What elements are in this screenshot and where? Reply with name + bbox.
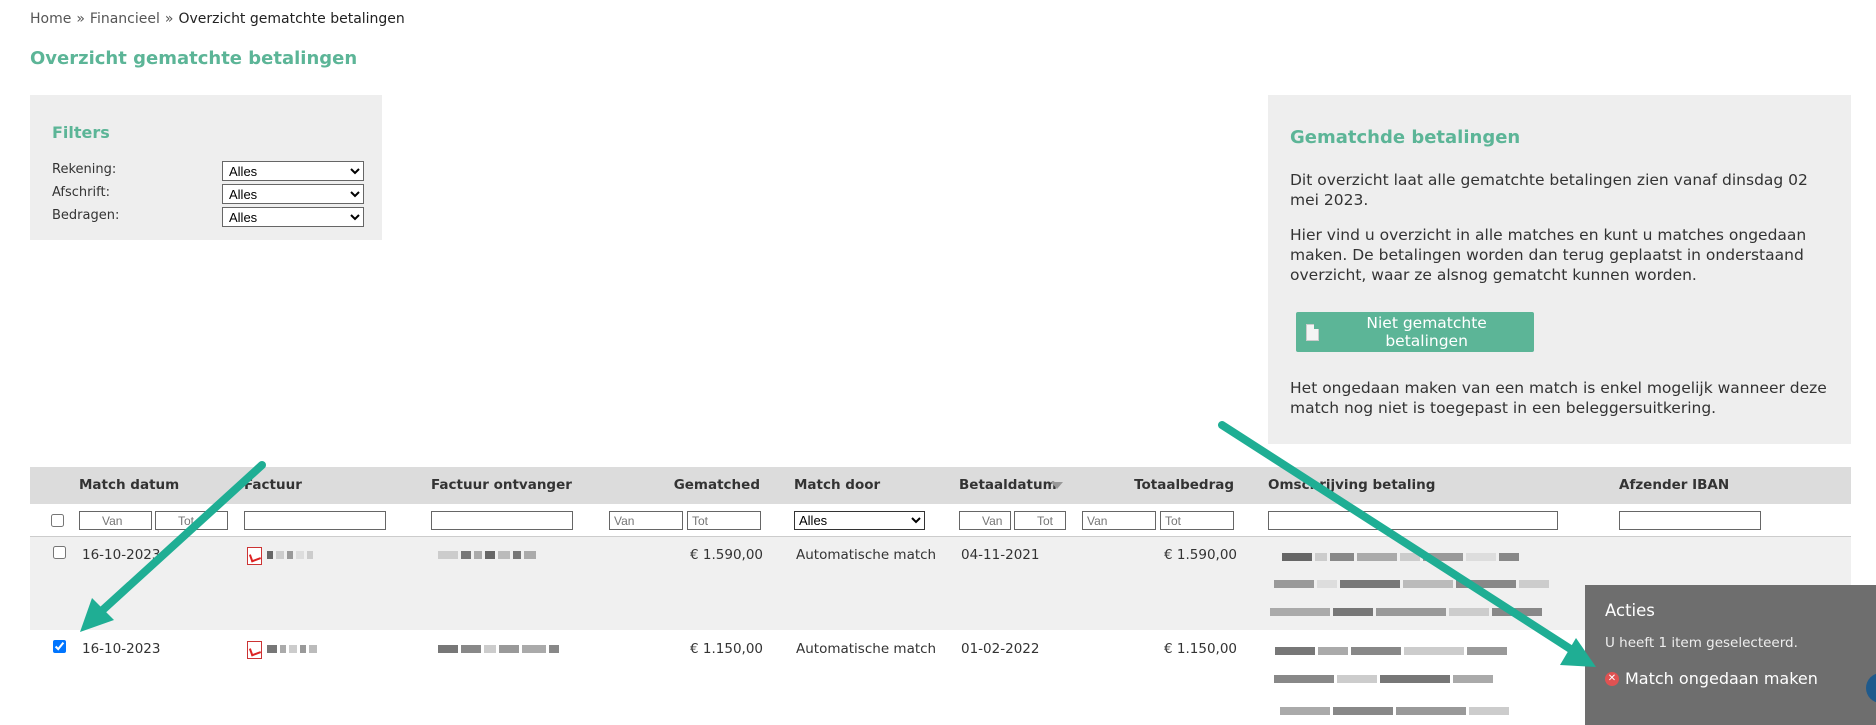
filter-afschrift-label: Afschrift:: [52, 185, 110, 200]
header-betaaldatum[interactable]: Betaaldatum: [959, 477, 1063, 493]
cell-gematched: € 1.590,00: [690, 547, 763, 563]
page-title: Overzicht gematchte betalingen: [30, 48, 358, 69]
niet-gematchte-betalingen-button[interactable]: Niet gematchte betalingen: [1296, 312, 1534, 352]
breadcrumb-home-link[interactable]: Home: [30, 11, 71, 27]
filter-totaalbedrag-van[interactable]: [1082, 511, 1156, 530]
filter-match-datum-tot[interactable]: [155, 511, 228, 530]
filter-afschrift-select[interactable]: Alles: [222, 184, 364, 204]
filter-gematched-tot[interactable]: [687, 511, 761, 530]
filter-bedragen-select[interactable]: Alles: [222, 207, 364, 227]
pdf-icon[interactable]: [247, 641, 262, 659]
redacted-factuur: [267, 550, 313, 560]
match-ongedaan-maken-label: Match ongedaan maken: [1625, 669, 1818, 688]
redacted-omschrijving: [1274, 674, 1493, 684]
breadcrumb-financieel-link[interactable]: Financieel: [90, 11, 160, 27]
filter-bedragen-label: Bedragen:: [52, 208, 120, 223]
info-title: Gematchde betalingen: [1290, 127, 1521, 148]
header-gematched[interactable]: Gematched: [660, 477, 760, 493]
table-filter-row: Alles: [30, 504, 1851, 537]
header-totaalbedrag[interactable]: Totaalbedrag: [1120, 477, 1234, 493]
filter-betaaldatum-tot[interactable]: [1014, 511, 1066, 530]
redacted-omschrijving: [1282, 552, 1519, 562]
table-row[interactable]: 16-10-2023 € 1.590,00 Automatische match…: [30, 537, 1851, 630]
info-paragraph-3: Het ongedaan maken van een match is enke…: [1290, 379, 1827, 417]
header-afzender-iban[interactable]: Afzender IBAN: [1619, 477, 1729, 493]
row-checkbox[interactable]: [53, 546, 66, 559]
acties-title: Acties: [1605, 601, 1655, 620]
header-match-door[interactable]: Match door: [794, 477, 880, 493]
cell-match-datum: 16-10-2023: [82, 641, 161, 657]
select-all-checkbox[interactable]: [51, 514, 64, 527]
info-paragraph-2: Hier vind u overzicht in alle matches en…: [1290, 226, 1807, 284]
row-checkbox[interactable]: [53, 640, 66, 653]
filter-gematched-van[interactable]: [609, 511, 683, 530]
header-factuur-ontvanger[interactable]: Factuur ontvanger: [431, 477, 572, 493]
redacted-omschrijving: [1280, 706, 1509, 716]
cell-totaalbedrag: € 1.590,00: [1164, 547, 1237, 563]
table-header: Match datum Factuur Factuur ontvanger Ge…: [30, 467, 1851, 504]
breadcrumb-separator: »: [76, 11, 85, 27]
selection-count: 1: [1658, 635, 1668, 651]
acties-panel: Acties U heeft 1 item geselecteerd. ✕ Ma…: [1585, 585, 1876, 725]
redacted-omschrijving: [1270, 607, 1542, 617]
info-paragraph-1: Dit overzicht laat alle gematchte betali…: [1290, 171, 1808, 209]
filter-afschrift: Afschrift: Alles: [52, 184, 364, 204]
match-ongedaan-maken-button[interactable]: ✕ Match ongedaan maken: [1605, 669, 1818, 688]
filter-rekening-select[interactable]: Alles: [222, 161, 364, 181]
sort-desc-icon: [1050, 481, 1063, 489]
filter-bedragen: Bedragen: Alles: [52, 207, 364, 227]
pdf-icon[interactable]: [247, 547, 262, 565]
close-circle-icon: ✕: [1605, 671, 1619, 686]
info-panel: Gematchde betalingen Dit overzicht laat …: [1268, 95, 1851, 444]
breadcrumb-current: Overzicht gematchte betalingen: [178, 11, 405, 27]
redacted-omschrijving: [1275, 646, 1507, 656]
filter-iban-input[interactable]: [1619, 511, 1761, 530]
cell-totaalbedrag: € 1.150,00: [1164, 641, 1237, 657]
filter-match-door-select[interactable]: Alles: [794, 511, 925, 530]
table-row[interactable]: 16-10-2023 € 1.150,00 Automatische match…: [30, 630, 1851, 725]
filter-omschrijving-input[interactable]: [1268, 511, 1558, 530]
cell-match-door: Automatische match: [796, 547, 937, 563]
filter-ontvanger-input[interactable]: [431, 511, 573, 530]
selection-prefix: U heeft: [1605, 635, 1655, 651]
cell-betaaldatum: 04-11-2021: [961, 547, 1040, 563]
redacted-ontvanger: [438, 550, 536, 560]
filter-factuur-input[interactable]: [244, 511, 386, 530]
redacted-omschrijving: [1274, 579, 1549, 589]
header-betaaldatum-label: Betaaldatum: [959, 477, 1057, 493]
filter-rekening: Rekening: Alles: [52, 161, 364, 181]
redacted-ontvanger: [438, 644, 559, 654]
header-match-datum[interactable]: Match datum: [79, 477, 179, 493]
header-omschrijving[interactable]: Omschrijving betaling: [1268, 477, 1435, 493]
document-icon: [1306, 323, 1320, 341]
filter-match-datum-van[interactable]: [79, 511, 152, 530]
filter-totaalbedrag-tot[interactable]: [1160, 511, 1234, 530]
selection-suffix: item geselecteerd.: [1671, 635, 1798, 651]
filter-betaaldatum-van[interactable]: [959, 511, 1011, 530]
redacted-factuur: [267, 644, 317, 654]
filters-panel: Filters Rekening: Alles Afschrift: Alles…: [30, 95, 382, 240]
filter-rekening-label: Rekening:: [52, 162, 117, 177]
header-factuur[interactable]: Factuur: [244, 477, 302, 493]
breadcrumb-separator: »: [164, 11, 174, 27]
niet-gematchte-betalingen-label: Niet gematchte betalingen: [1366, 314, 1487, 350]
filters-title: Filters: [52, 123, 110, 142]
cell-betaaldatum: 01-02-2022: [961, 641, 1040, 657]
cell-match-datum: 16-10-2023: [82, 547, 161, 563]
cell-match-door: Automatische match: [796, 641, 937, 657]
payments-table: Match datum Factuur Factuur ontvanger Ge…: [30, 467, 1851, 725]
acties-selection-text: U heeft 1 item geselecteerd.: [1605, 635, 1798, 651]
cell-gematched: € 1.150,00: [690, 641, 763, 657]
breadcrumb: Home» Financieel» Overzicht gematchte beta…: [30, 11, 405, 27]
